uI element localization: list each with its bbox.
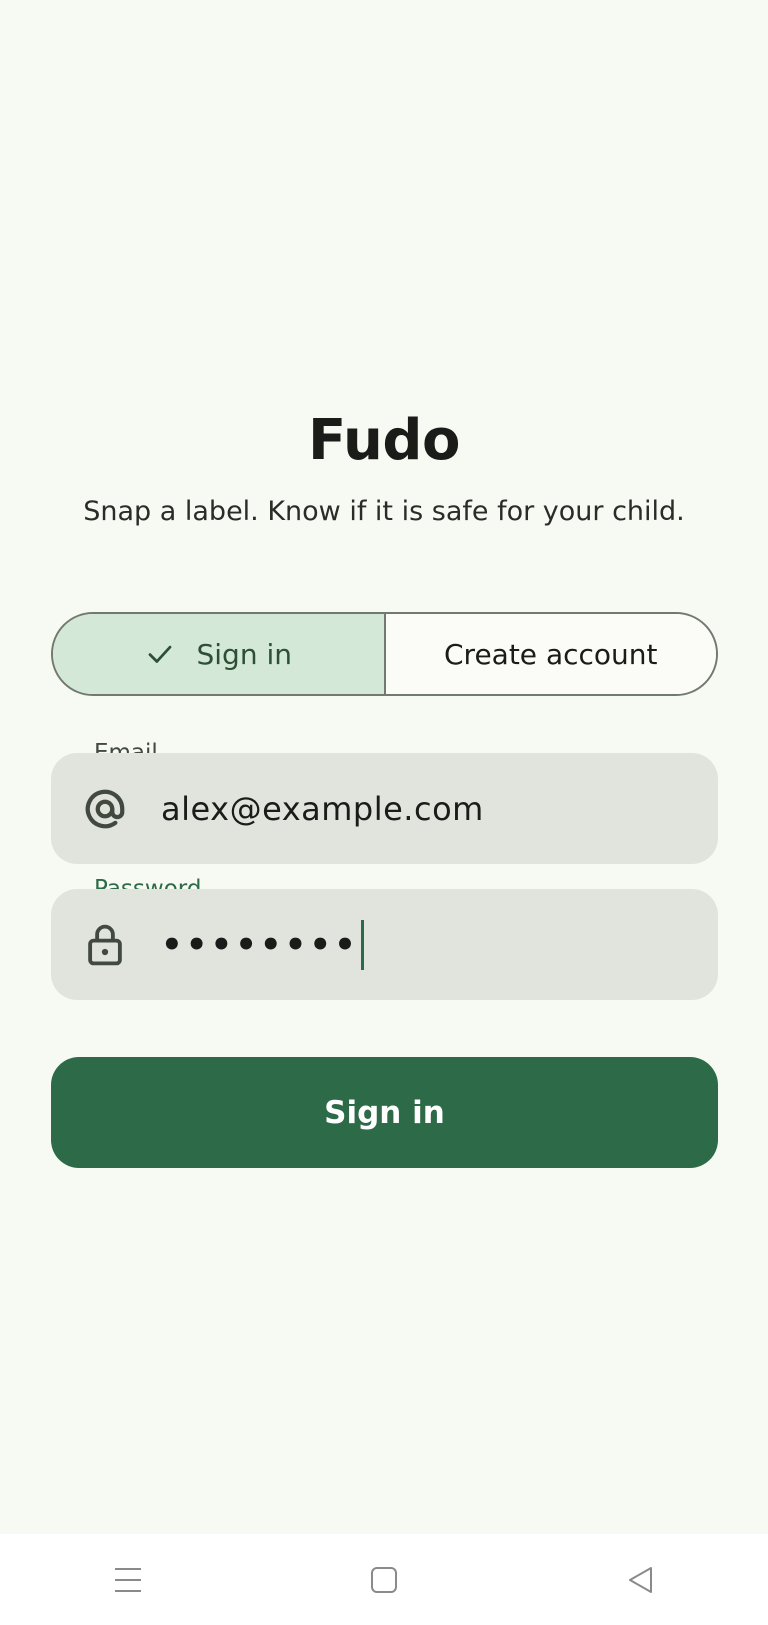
app-subtitle: Snap a label. Know if it is safe for you… xyxy=(83,496,685,527)
at-icon xyxy=(81,785,129,833)
tab-sign-in-label: Sign in xyxy=(196,637,293,671)
email-input[interactable]: alex@example.com xyxy=(161,790,484,828)
password-input[interactable]: •••••••• xyxy=(161,919,364,970)
auth-mode-toggle: Sign in Create account xyxy=(51,612,718,696)
system-nav-bar xyxy=(0,1534,768,1625)
app-screen: Fudo Snap a label. Know if it is safe fo… xyxy=(0,0,768,1534)
email-field[interactable]: alex@example.com xyxy=(51,753,718,864)
app-title: Fudo xyxy=(308,408,460,473)
back-icon[interactable] xyxy=(610,1550,670,1610)
check-icon xyxy=(148,645,171,663)
home-icon[interactable] xyxy=(354,1550,414,1610)
lock-icon xyxy=(81,921,129,969)
tab-create-account[interactable]: Create account xyxy=(385,614,716,694)
password-dots: •••••••• xyxy=(161,924,359,965)
password-field[interactable]: •••••••• xyxy=(51,889,718,1000)
tab-sign-in[interactable]: Sign in xyxy=(53,614,386,694)
menu-icon[interactable] xyxy=(98,1550,158,1610)
tab-create-account-label: Create account xyxy=(444,637,658,671)
sign-in-button[interactable]: Sign in xyxy=(51,1057,718,1168)
text-cursor xyxy=(360,919,364,970)
